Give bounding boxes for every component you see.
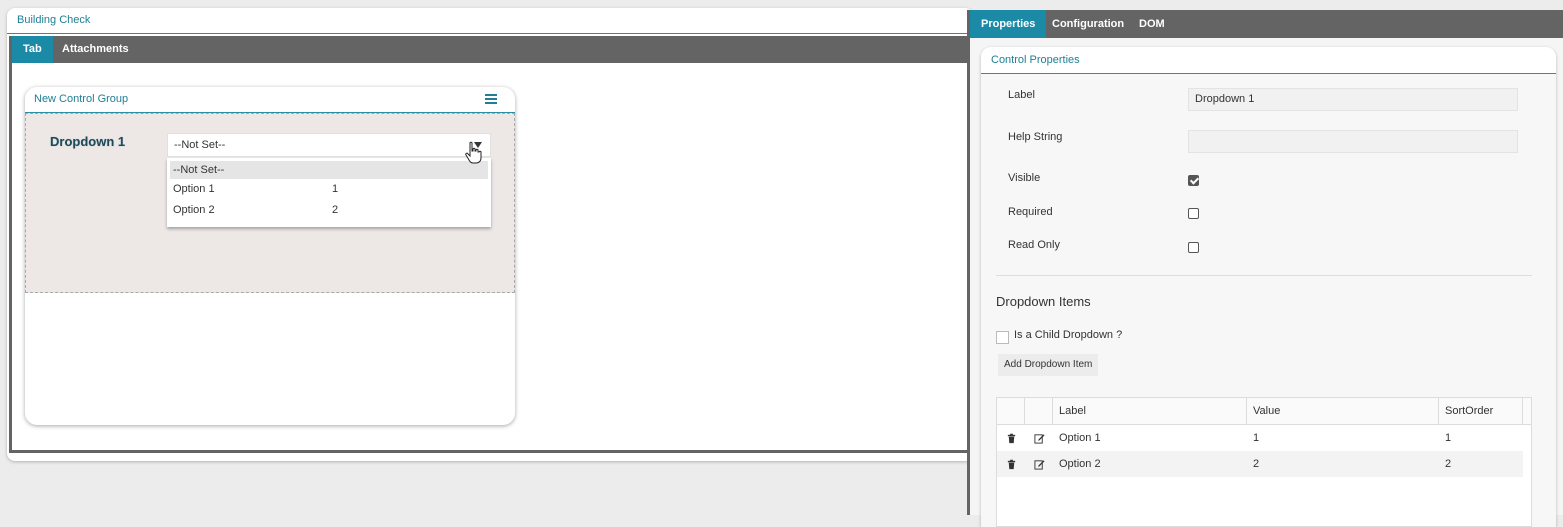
control-group-header: New Control Group	[25, 87, 515, 113]
dropdown-label: Dropdown 1	[50, 134, 126, 149]
edit-icon	[1033, 433, 1045, 444]
trash-icon	[1007, 459, 1015, 469]
form-tabbar: Tab Attachments	[12, 36, 968, 63]
tab-frame: Tab Attachments New Control Group Dropdo…	[9, 36, 971, 453]
header-cell	[997, 398, 1025, 424]
control-properties-card: Control Properties Label Dropdown 1 Help…	[981, 47, 1556, 527]
properties-panel: Properties Configuration DOM Control Pro…	[967, 10, 1563, 527]
column-header-label[interactable]: Label	[1053, 398, 1247, 424]
add-dropdown-item-button[interactable]: Add Dropdown Item	[998, 354, 1099, 376]
column-header-sortorder[interactable]: SortOrder	[1439, 398, 1523, 424]
help-string-caption: Help String	[1008, 131, 1063, 143]
table-header-row: Label Value SortOrder	[997, 398, 1531, 425]
dropdown-option-value: 2	[332, 204, 339, 216]
dropdown-select[interactable]: --Not Set--	[167, 133, 491, 157]
table-row: Option 1 1 1	[997, 425, 1531, 451]
row-value-cell: 2	[1253, 458, 1260, 470]
row-label-cell: Option 2	[1059, 458, 1101, 470]
delete-row-button[interactable]	[997, 425, 1025, 451]
required-checkbox[interactable]	[1188, 208, 1199, 219]
tab-attachments[interactable]: Attachments	[51, 36, 140, 63]
trash-icon	[1007, 433, 1015, 443]
dropdown-option-label: Option 1	[173, 183, 215, 195]
edit-row-button[interactable]	[1025, 425, 1053, 451]
header-cell	[1025, 398, 1053, 424]
panel-tabbar: Properties Configuration DOM	[970, 10, 1563, 38]
read-only-checkbox[interactable]	[1188, 242, 1199, 253]
dropdown-items-title: Dropdown Items	[996, 294, 1091, 309]
dropdown-options-list: --Not Set-- Option 1 1 Option 2 2	[167, 158, 491, 227]
tab-main[interactable]: Tab	[12, 36, 53, 63]
label-input[interactable]: Dropdown 1	[1188, 88, 1518, 111]
delete-row-button[interactable]	[997, 451, 1025, 477]
hand-pointer-icon	[465, 141, 482, 164]
visible-checkbox[interactable]	[1188, 175, 1199, 186]
tab-dom[interactable]: DOM	[1139, 10, 1165, 38]
dropdown-option-value: 1	[332, 183, 339, 195]
header-cell	[1523, 398, 1533, 424]
column-header-value[interactable]: Value	[1247, 398, 1439, 424]
edit-icon	[1033, 459, 1045, 470]
read-only-caption: Read Only	[1008, 239, 1060, 251]
row-sortorder-cell: 1	[1445, 432, 1452, 444]
form-designer: Building Check Tab Attachments New Contr…	[7, 8, 973, 461]
row-value-cell: 1	[1253, 432, 1260, 444]
table-row: Option 2 2 2	[997, 451, 1523, 477]
divider	[996, 275, 1532, 276]
dropdown-items-table: Label Value SortOrder Option 1 1 1 Optio…	[996, 397, 1532, 527]
form-title: Building Check	[7, 8, 973, 34]
row-sortorder-cell: 2	[1445, 458, 1452, 470]
dropdown-option[interactable]: --Not Set--	[170, 161, 488, 179]
help-string-input[interactable]	[1188, 130, 1518, 153]
control-group-card[interactable]: New Control Group Dropdown 1 --Not Set--…	[25, 87, 515, 425]
control-group-body: Dropdown 1 --Not Set-- --Not Set-- Optio…	[25, 113, 515, 293]
child-dropdown-label: Is a Child Dropdown ?	[1014, 329, 1123, 341]
required-caption: Required	[1008, 206, 1053, 218]
edit-row-button[interactable]	[1025, 451, 1053, 477]
dropdown-option-label: Option 2	[173, 204, 215, 216]
dropdown-option[interactable]: Option 2 2	[167, 200, 491, 221]
row-label-cell: Option 1	[1059, 432, 1101, 444]
tab-properties[interactable]: Properties	[970, 10, 1047, 38]
control-properties-title: Control Properties	[981, 47, 1556, 74]
dropdown-option[interactable]: Option 1 1	[167, 179, 491, 200]
label-field-caption: Label	[1008, 89, 1035, 101]
child-dropdown-checkbox[interactable]	[996, 331, 1009, 344]
control-group-title: New Control Group	[34, 93, 129, 105]
visible-caption: Visible	[1008, 172, 1041, 184]
dropdown-option-label: --Not Set--	[173, 164, 225, 176]
hamburger-menu-icon[interactable]	[485, 94, 497, 104]
tab-configuration[interactable]: Configuration	[1052, 10, 1124, 38]
dropdown-selected-value: --Not Set--	[174, 139, 226, 151]
